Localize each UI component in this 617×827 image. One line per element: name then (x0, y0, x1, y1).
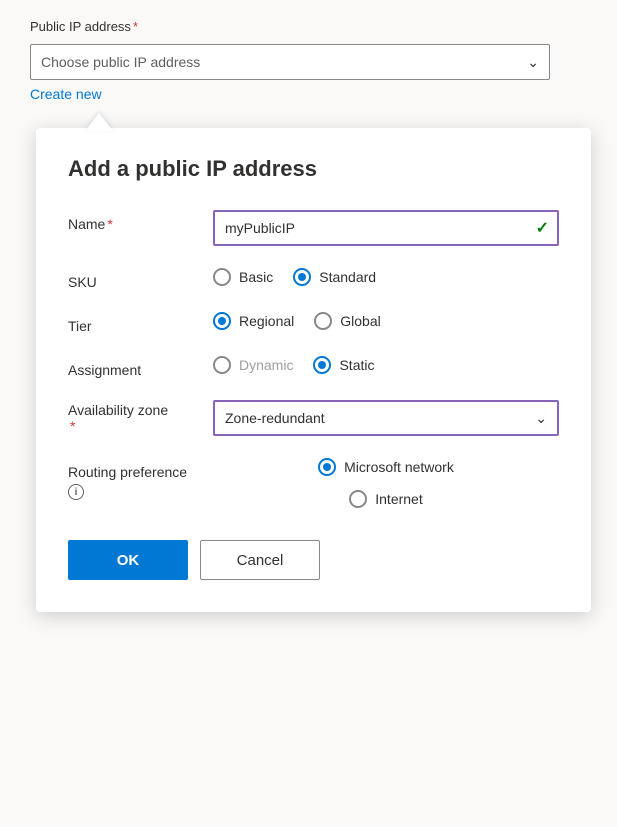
sku-options: Basic Standard (213, 268, 559, 286)
cancel-button[interactable]: Cancel (200, 540, 320, 580)
sku-label: SKU (68, 268, 213, 290)
modal-title: Add a public IP address (68, 156, 559, 182)
tier-options: Regional Global (213, 312, 559, 330)
check-icon: ✓ (536, 218, 549, 238)
assignment-static-label: Static (339, 357, 374, 373)
tier-global-radio[interactable] (314, 312, 332, 330)
tier-global-label: Global (340, 313, 380, 329)
assignment-row: Assignment Dynamic Static (68, 356, 559, 378)
ok-button[interactable]: OK (68, 540, 188, 580)
tier-regional-label: Regional (239, 313, 294, 329)
assignment-options: Dynamic Static (213, 356, 559, 374)
name-row: Name* ✓ (68, 210, 559, 246)
routing-preference-row: Routing preference i Microsoft network I… (68, 458, 559, 508)
routing-internet-option[interactable]: Internet (349, 490, 422, 508)
routing-preference-label: Routing preference (68, 464, 213, 480)
routing-microsoft-option[interactable]: Microsoft network (318, 458, 454, 476)
sku-standard-radio[interactable] (293, 268, 311, 286)
assignment-dynamic-option[interactable]: Dynamic (213, 356, 293, 374)
tier-label: Tier (68, 312, 213, 334)
sku-basic-option[interactable]: Basic (213, 268, 273, 286)
assignment-label: Assignment (68, 356, 213, 378)
tier-global-option[interactable]: Global (314, 312, 380, 330)
sku-basic-label: Basic (239, 269, 273, 285)
chevron-down-icon: ⌄ (527, 54, 539, 71)
sku-basic-radio[interactable] (213, 268, 231, 286)
assignment-static-option[interactable]: Static (313, 356, 374, 374)
button-row: OK Cancel (68, 540, 559, 580)
public-ip-dropdown-text: Choose public IP address (41, 54, 200, 70)
tier-regional-radio[interactable] (213, 312, 231, 330)
routing-internet-radio[interactable] (349, 490, 367, 508)
name-input-wrapper: ✓ (213, 210, 559, 246)
routing-preference-label-wrapper: Routing preference i (68, 458, 213, 500)
required-star: * (133, 19, 138, 34)
name-label: Name* (68, 210, 213, 232)
name-input[interactable] (213, 210, 559, 246)
tooltip-arrow (85, 113, 113, 131)
assignment-dynamic-radio[interactable] (213, 356, 231, 374)
tier-row: Tier Regional Global (68, 312, 559, 334)
routing-options: Microsoft network Internet (213, 458, 559, 508)
availability-zone-row: Availability zone * Zone-redundant ⌄ (68, 400, 559, 436)
sku-row: SKU Basic Standard (68, 268, 559, 290)
availability-zone-controls: Zone-redundant ⌄ (213, 400, 559, 436)
tier-regional-option[interactable]: Regional (213, 312, 294, 330)
public-ip-dropdown[interactable]: Choose public IP address ⌄ (30, 44, 550, 80)
routing-microsoft-radio[interactable] (318, 458, 336, 476)
sku-standard-option[interactable]: Standard (293, 268, 376, 286)
routing-internet-label: Internet (375, 491, 422, 507)
public-ip-label: Public IP address* (30, 19, 138, 34)
name-required-star: * (107, 216, 112, 232)
assignment-dynamic-label: Dynamic (239, 357, 293, 373)
routing-info-icon[interactable]: i (68, 484, 84, 500)
assignment-static-radio[interactable] (313, 356, 331, 374)
routing-microsoft-label: Microsoft network (344, 459, 454, 475)
availability-zone-label: Availability zone * (68, 400, 213, 434)
sku-standard-label: Standard (319, 269, 376, 285)
create-new-link[interactable]: Create new (30, 86, 102, 102)
modal-dialog: Add a public IP address Name* ✓ SKU Basi… (36, 128, 591, 612)
availability-chevron-icon: ⌄ (535, 410, 547, 427)
availability-zone-value: Zone-redundant (225, 410, 325, 426)
availability-zone-dropdown[interactable]: Zone-redundant ⌄ (213, 400, 559, 436)
